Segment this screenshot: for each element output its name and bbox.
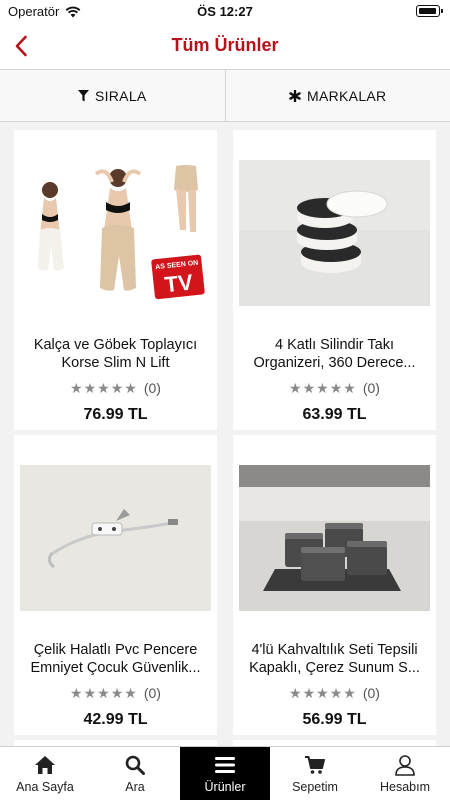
- product-card[interactable]: AS SEEN ON TV Kalça ve Göbek Toplayıcı K…: [14, 130, 217, 430]
- product-rating: ★ ★ ★ ★ ★ (0): [14, 380, 217, 396]
- product-name-line: Organizeri, 360 Derece...: [253, 355, 416, 371]
- review-count: (0): [143, 380, 161, 396]
- asterisk-icon: [289, 89, 301, 102]
- product-image: [239, 160, 430, 306]
- star-icon: ★: [70, 380, 83, 396]
- product-image: [239, 465, 430, 611]
- product-grid: AS SEEN ON TV Kalça ve Göbek Toplayıcı K…: [0, 122, 450, 746]
- star-icon: ★: [302, 685, 316, 701]
- product-price: 42.99 TL: [83, 711, 148, 728]
- star-icon: ★: [316, 380, 329, 396]
- product-name-line: 4 Katlı Silindir Takı: [274, 337, 394, 353]
- product-image: [20, 465, 211, 611]
- star-icon: ★: [329, 685, 343, 701]
- tab-cart[interactable]: Sepetim: [270, 747, 360, 800]
- filter-bar: SIRALA MARKALAR: [0, 70, 450, 122]
- product-card[interactable]: 4 Katlı Silindir Takı Organizeri, 360 De…: [233, 130, 436, 430]
- cart-icon: [305, 756, 325, 774]
- brands-label: MARKALAR: [307, 87, 387, 104]
- product-name-line: Kalça ve Göbek Toplayıcı: [33, 337, 198, 353]
- status-bar: Operatör ÖS 12:27: [0, 0, 450, 24]
- product-card[interactable]: Çelik Halatlı Pvc Pencere Emniyet Çocuk …: [14, 435, 217, 735]
- star-icon: ★: [343, 380, 356, 396]
- star-icon: ★: [302, 380, 316, 396]
- star-icon: ★: [110, 380, 124, 396]
- tab-account[interactable]: Hesabım: [360, 747, 450, 800]
- star-icon: ★: [329, 380, 343, 396]
- filter-icon: [77, 89, 89, 101]
- sort-label: SIRALA: [94, 87, 147, 104]
- page-title: Tüm Ürünler: [171, 35, 279, 55]
- product-name: Çelik Halatlı Pvc Pencere Emniyet Çocuk …: [20, 641, 211, 677]
- product-name-line: Korse Slim N Lift: [61, 355, 170, 371]
- sort-button[interactable]: SIRALA: [0, 70, 225, 121]
- tab-home[interactable]: Ana Sayfa: [0, 747, 90, 800]
- product-rating: ★ ★ ★ ★ ★ (0): [14, 685, 217, 701]
- star-icon: ★: [343, 685, 356, 701]
- menu-icon: [215, 757, 235, 773]
- tab-label: Ürünler: [204, 780, 246, 794]
- star-icon: ★: [289, 380, 302, 396]
- search-icon: [125, 755, 145, 775]
- product-name-line: 4'lü Kahvaltılık Seti Tepsili: [251, 642, 418, 658]
- review-count: (0): [362, 685, 380, 701]
- product-name-line: Kapaklı, Çerez Sunum S...: [249, 660, 420, 676]
- star-icon: ★: [110, 685, 124, 701]
- product-image: AS SEEN ON TV: [20, 160, 211, 306]
- star-icon: ★: [124, 380, 137, 396]
- product-price: 56.99 TL: [302, 711, 367, 728]
- tab-label: Sepetim: [292, 780, 338, 794]
- star-icon: ★: [289, 685, 302, 701]
- tab-label: Ana Sayfa: [16, 780, 74, 794]
- star-icon: ★: [316, 685, 329, 701]
- product-name: 4 Katlı Silindir Takı Organizeri, 360 De…: [239, 336, 430, 372]
- product-rating: ★ ★ ★ ★ ★ (0): [233, 685, 436, 701]
- navigation-bar: Tüm Ürünler: [0, 24, 450, 70]
- star-icon: ★: [97, 685, 110, 701]
- home-icon: [35, 756, 55, 774]
- product-name-line: Emniyet Çocuk Güvenlik...: [30, 660, 201, 676]
- product-name: 4'lü Kahvaltılık Seti Tepsili Kapaklı, Ç…: [239, 641, 430, 677]
- status-time: ÖS 12:27: [197, 4, 253, 19]
- tab-label: Hesabım: [379, 780, 431, 794]
- star-icon: ★: [83, 380, 97, 396]
- brands-button[interactable]: MARKALAR: [224, 70, 450, 121]
- user-icon: [395, 755, 415, 776]
- star-icon: ★: [83, 685, 97, 701]
- star-icon: ★: [124, 685, 137, 701]
- product-price: 76.99 TL: [83, 406, 148, 423]
- product-card[interactable]: 4'lü Kahvaltılık Seti Tepsili Kapaklı, Ç…: [233, 435, 436, 735]
- product-rating: ★ ★ ★ ★ ★ (0): [233, 380, 436, 396]
- review-count: (0): [362, 380, 380, 396]
- tab-search[interactable]: Ara: [90, 747, 180, 800]
- badge-tv: TV: [163, 269, 194, 297]
- product-price: 63.99 TL: [302, 406, 367, 423]
- product-name: Kalça ve Göbek Toplayıcı Korse Slim N Li…: [20, 336, 211, 372]
- product-name-line: Çelik Halatlı Pvc Pencere: [33, 642, 198, 658]
- tab-products[interactable]: Ürünler: [180, 747, 270, 800]
- review-count: (0): [143, 685, 161, 701]
- battery-icon: [416, 5, 443, 17]
- star-icon: ★: [97, 380, 110, 396]
- tab-bar: Ana Sayfa Ara Ürünler Sepetim Hesabım: [0, 746, 450, 800]
- tab-label: Ara: [125, 780, 145, 794]
- star-icon: ★: [70, 685, 83, 701]
